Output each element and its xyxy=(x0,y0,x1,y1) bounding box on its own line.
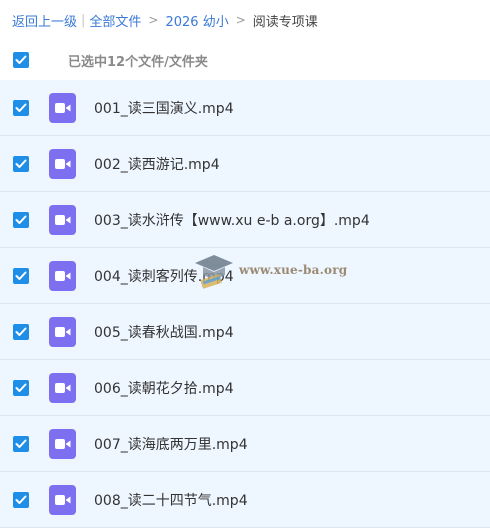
checkmark-icon xyxy=(15,159,27,168)
breadcrumb-all-files-link[interactable]: 全部文件 xyxy=(89,11,141,30)
file-row[interactable]: 008_读二十四节气.mp4 xyxy=(0,472,490,528)
file-row[interactable]: 005_读春秋战国.mp4 xyxy=(0,304,490,360)
breadcrumb-chevron-icon: > xyxy=(235,13,246,27)
checkmark-icon xyxy=(15,215,27,224)
video-file-icon xyxy=(49,205,76,235)
checkmark-icon xyxy=(15,55,27,64)
checkmark-icon xyxy=(15,271,27,280)
file-row[interactable]: 003_读水浒传【www.xu e-b a.org】.mp4 xyxy=(0,192,490,248)
file-row[interactable]: 001_读三国演义.mp4 xyxy=(0,80,490,136)
checkmark-icon xyxy=(15,327,27,336)
file-row[interactable]: 002_读西游记.mp4 xyxy=(0,136,490,192)
breadcrumb-chevron-icon: > xyxy=(148,13,159,27)
breadcrumb: 返回上一级 | 全部文件 > 2026 幼小 > 阅读专项课 xyxy=(12,10,318,30)
file-checkbox[interactable] xyxy=(13,268,29,284)
file-checkbox[interactable] xyxy=(13,212,29,228)
selection-bar: 已选中12个文件/文件夹 xyxy=(0,45,490,75)
file-name[interactable]: 006_读朝花夕拾.mp4 xyxy=(94,378,234,398)
breadcrumb-current: 阅读专项课 xyxy=(252,14,318,30)
file-checkbox[interactable] xyxy=(13,436,29,452)
video-file-icon xyxy=(49,485,76,515)
video-file-icon xyxy=(49,373,76,403)
file-checkbox[interactable] xyxy=(13,156,29,172)
select-all-checkbox[interactable] xyxy=(13,52,29,68)
file-row[interactable]: 006_读朝花夕拾.mp4 xyxy=(0,360,490,416)
video-file-icon xyxy=(49,93,76,123)
file-name[interactable]: 001_读三国演义.mp4 xyxy=(94,98,234,118)
file-name[interactable]: 007_读海底两万里.mp4 xyxy=(94,434,248,454)
file-name[interactable]: 008_读二十四节气.mp4 xyxy=(94,490,248,510)
checkmark-icon xyxy=(15,383,27,392)
video-file-icon xyxy=(49,429,76,459)
watermark-text: www.xue-ba.org xyxy=(239,263,348,277)
file-name[interactable]: 002_读西游记.mp4 xyxy=(94,154,220,174)
file-checkbox[interactable] xyxy=(13,492,29,508)
file-row[interactable]: 007_读海底两万里.mp4 xyxy=(0,416,490,472)
file-name[interactable]: 003_读水浒传【www.xu e-b a.org】.mp4 xyxy=(94,210,370,230)
checkmark-icon xyxy=(15,439,27,448)
file-name[interactable]: 005_读春秋战国.mp4 xyxy=(94,322,234,342)
watermark: www.xue-ba.org xyxy=(193,250,363,290)
file-checkbox[interactable] xyxy=(13,324,29,340)
file-list: 001_读三国演义.mp4 002_读西游记.mp4 003_读水浒传【www.… xyxy=(0,80,490,528)
graduation-cap-icon xyxy=(195,255,233,289)
checkmark-icon xyxy=(15,103,27,112)
file-checkbox[interactable] xyxy=(13,380,29,396)
breadcrumb-back-link[interactable]: 返回上一级 xyxy=(12,11,77,30)
breadcrumb-divider: | xyxy=(81,12,86,28)
breadcrumb-folder-link[interactable]: 2026 幼小 xyxy=(165,11,228,30)
file-checkbox[interactable] xyxy=(13,100,29,116)
video-file-icon xyxy=(49,261,76,291)
video-file-icon xyxy=(49,149,76,179)
video-file-icon xyxy=(49,317,76,347)
checkmark-icon xyxy=(15,495,27,504)
selection-count: 已选中12个文件/文件夹 xyxy=(68,55,208,70)
